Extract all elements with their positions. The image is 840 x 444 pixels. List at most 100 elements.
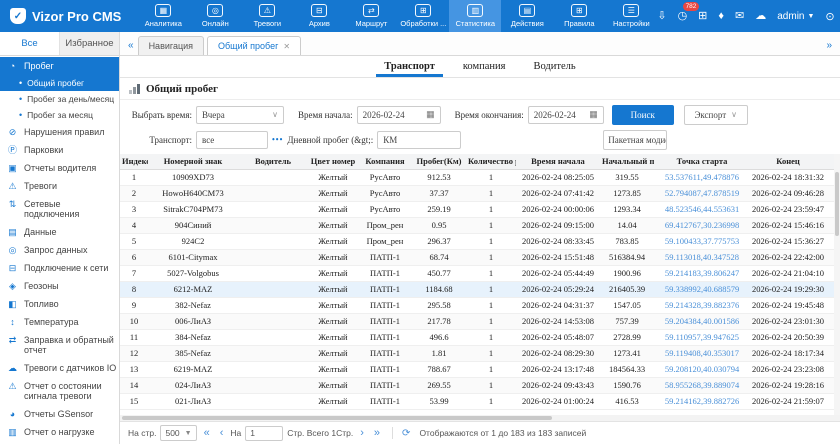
- table-row[interactable]: 2HowoH640CM73ЖелтыйРусАвто37.3712026-02-…: [120, 185, 840, 201]
- table-row[interactable]: 4904СинийЖелтыйПром_рен0.9512026-02-24 0…: [120, 217, 840, 233]
- scroll-tabs-right-icon[interactable]: »: [822, 40, 836, 55]
- sidebar-item-alarm-status[interactable]: ⚠Отчет о состоянии сигнала тревоги: [0, 377, 119, 405]
- table-row[interactable]: 110909XD73ЖелтыйРусАвто912.5312026-02-24…: [120, 169, 840, 185]
- sidebar-item-network[interactable]: ⇅Сетевые подключения: [0, 195, 119, 223]
- refresh-icon[interactable]: ⟳: [402, 428, 410, 439]
- vertical-scrollbar-thumb[interactable]: [835, 172, 839, 236]
- column-header[interactable]: Компания: [358, 154, 412, 169]
- user-menu[interactable]: admin ▼: [777, 11, 814, 22]
- per-page-select[interactable]: 500 ▼: [160, 425, 196, 441]
- nav-item-rules[interactable]: ⊞Правила: [553, 0, 605, 32]
- start-point-link[interactable]: 48.523546,44.553631: [654, 201, 750, 217]
- column-header[interactable]: Количество рабочи: [466, 154, 516, 169]
- transport-input[interactable]: все: [196, 131, 268, 149]
- sidebar-item-rule-violations[interactable]: ⊘Нарушения правил: [0, 123, 119, 141]
- table-row[interactable]: 66101-CitymaxЖелтыйПАТП-168.7412026-02-2…: [120, 249, 840, 265]
- nav-item-route[interactable]: ⇄Маршрут: [345, 0, 397, 32]
- alarm-bell-icon[interactable]: ◷782: [678, 10, 688, 22]
- close-tab-icon[interactable]: ✕: [283, 42, 290, 51]
- sidebar-item-mileage[interactable]: ◔Пробег: [0, 57, 119, 75]
- nav-item-processing[interactable]: ⊞Обработки ...: [397, 0, 449, 32]
- sidebar-item-temperature[interactable]: ↕Температура: [0, 313, 119, 331]
- horizontal-scrollbar-thumb[interactable]: [122, 416, 552, 420]
- column-header[interactable]: Цвет номер: [308, 154, 358, 169]
- sidebar-tab-favorites[interactable]: Избранное: [59, 32, 119, 55]
- start-point-link[interactable]: 59.204384,40.001586: [654, 313, 750, 329]
- horizontal-scrollbar[interactable]: [120, 415, 840, 421]
- nav-item-archive[interactable]: ⊟Архив: [293, 0, 345, 32]
- nav-item-settings[interactable]: ☰Настройки: [605, 0, 657, 32]
- start-point-link[interactable]: 59.113018,40.347528: [654, 249, 750, 265]
- sidebar-item-net-connection[interactable]: ⊟Подключение к сети: [0, 259, 119, 277]
- sidebar-item-load-report[interactable]: ▥Отчет о нагрузке: [0, 423, 119, 441]
- sidebar-tab-all[interactable]: Все: [0, 32, 59, 55]
- mail-icon[interactable]: ✉: [735, 10, 744, 22]
- calendar-icon[interactable]: ▦: [426, 109, 435, 120]
- start-point-link[interactable]: 58.955268,39.889074: [654, 377, 750, 393]
- sidebar-item-data[interactable]: ▤Данные: [0, 223, 119, 241]
- sidebar-item-fuel[interactable]: ◧Топливо: [0, 295, 119, 313]
- column-header[interactable]: Номерной знак: [148, 154, 238, 169]
- table-row[interactable]: 136219-MAZЖелтыйПАТП-1788.6712026-02-24 …: [120, 361, 840, 377]
- first-page-icon[interactable]: «: [201, 427, 213, 439]
- cloud-icon[interactable]: ☁: [755, 10, 766, 22]
- column-header[interactable]: Пробег(Км): [412, 154, 466, 169]
- apps-grid-icon[interactable]: ⊞: [698, 10, 707, 22]
- sidebar-subitem-day-month-mileage[interactable]: •Пробег за день/месяц: [0, 91, 119, 107]
- sidebar-item-driver-reports[interactable]: ▣Отчеты водителя: [0, 159, 119, 177]
- table-row[interactable]: 5924C2ЖелтыйПром_рен296.3712026-02-24 08…: [120, 233, 840, 249]
- download-icon[interactable]: ⇩: [657, 10, 666, 22]
- calendar-icon[interactable]: ▦: [589, 109, 598, 120]
- start-point-link[interactable]: 59.119408,40.353017: [654, 345, 750, 361]
- start-point-link[interactable]: 69.412767,30.236998: [654, 217, 750, 233]
- nav-item-analytics[interactable]: ▦Аналитика: [137, 0, 189, 32]
- table-row[interactable]: 11384-NefazЖелтыйПАТП-1496.612026-02-24 …: [120, 329, 840, 345]
- table-row[interactable]: 75027-VolgobusЖелтыйПАТП-1450.7712026-02…: [120, 265, 840, 281]
- search-button[interactable]: Поиск: [612, 105, 674, 125]
- prev-page-icon[interactable]: ‹: [217, 427, 227, 439]
- time-preset-select[interactable]: Вчера ∨: [196, 106, 284, 124]
- start-point-link[interactable]: 59.110957,39.947625: [654, 329, 750, 345]
- column-header[interactable]: Водитель: [238, 154, 308, 169]
- table-row[interactable]: 86212-MAZЖелтыйПАТП-11184.6812026-02-24 …: [120, 281, 840, 297]
- start-date-input[interactable]: 2026-02-24 ▦: [357, 106, 441, 124]
- logout-power-icon[interactable]: ⊙: [825, 10, 834, 23]
- sidebar-item-data-request[interactable]: ◎Запрос данных: [0, 241, 119, 259]
- scroll-tabs-left-icon[interactable]: «: [124, 40, 138, 55]
- nav-item-statistics[interactable]: ▥Статистика: [449, 0, 501, 32]
- start-point-link[interactable]: 59.214328,39.882376: [654, 297, 750, 313]
- start-point-link[interactable]: 52.794087,47.878519: [654, 185, 750, 201]
- next-page-icon[interactable]: ›: [357, 427, 367, 439]
- column-header[interactable]: Время начала: [516, 154, 600, 169]
- view-tab-company[interactable]: компания: [463, 56, 506, 77]
- table-row[interactable]: 15021-ЛиАЗЖелтыйПАТП-153.9912026-02-24 0…: [120, 393, 840, 409]
- devices-icon[interactable]: ♦: [718, 10, 724, 22]
- end-date-input[interactable]: 2026-02-24 ▦: [528, 106, 604, 124]
- sidebar-item-parking[interactable]: ⓅПарковки: [0, 141, 119, 159]
- nav-item-alarms[interactable]: ⚠Тревоги: [241, 0, 293, 32]
- sidebar-item-gsensor-reports[interactable]: ◕Отчеты GSensor: [0, 405, 119, 423]
- table-row[interactable]: 14024-ЛиАЗЖелтыйПАТП-1269.5512026-02-24 …: [120, 377, 840, 393]
- table-row[interactable]: 10006-ЛиАЗЖелтыйПАТП-1217.7812026-02-24 …: [120, 313, 840, 329]
- column-header[interactable]: Индекс: [120, 154, 148, 169]
- page-input[interactable]: 1: [245, 426, 283, 441]
- more-options-icon[interactable]: •••: [272, 135, 283, 144]
- tab-navigation[interactable]: Навигация: [138, 36, 204, 55]
- column-header[interactable]: Начальный пробег: [600, 154, 654, 169]
- vertical-scrollbar[interactable]: [834, 154, 840, 415]
- batch-modify-button[interactable]: Пакетная модификац: [603, 130, 667, 150]
- start-point-link[interactable]: 59.100433,37.775753: [654, 233, 750, 249]
- nav-item-online[interactable]: ◎Онлайн: [189, 0, 241, 32]
- sidebar-item-refuel-report[interactable]: ⇄Заправка и обратный отчет: [0, 331, 119, 359]
- column-header[interactable]: Конец: [750, 154, 826, 169]
- last-page-icon[interactable]: »: [371, 427, 383, 439]
- view-tab-driver[interactable]: Водитель: [533, 56, 575, 77]
- daily-mileage-input[interactable]: КМ: [377, 131, 461, 149]
- column-header[interactable]: Точка старта: [654, 154, 750, 169]
- view-tab-transport[interactable]: Транспорт: [384, 56, 435, 77]
- start-point-link[interactable]: 59.338992,40.688579: [654, 281, 750, 297]
- start-point-link[interactable]: 53.537611,49.478876: [654, 169, 750, 185]
- table-row[interactable]: 9382-NefazЖелтыйПАТП-1295.5812026-02-24 …: [120, 297, 840, 313]
- sidebar-item-geozones[interactable]: ◈Геозоны: [0, 277, 119, 295]
- start-point-link[interactable]: 59.214162,39.882726: [654, 393, 750, 409]
